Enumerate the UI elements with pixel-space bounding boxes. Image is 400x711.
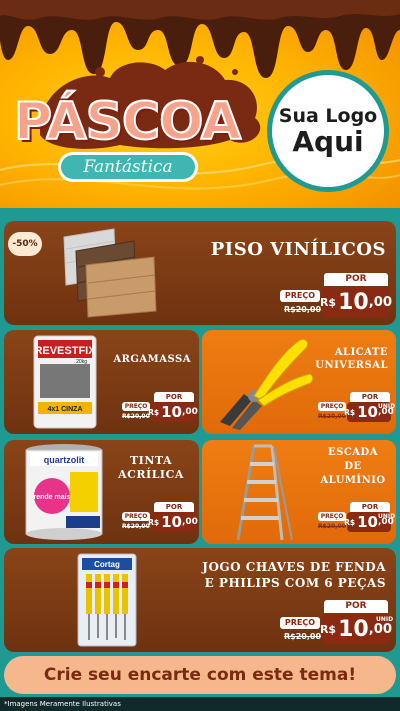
brand-text: REVESTFIX [34,345,96,357]
price-int: 10 [338,289,369,315]
product-title: ALICATE UNIVERSAL [315,347,388,371]
currency: R$ [148,517,160,527]
old-price: R$20,00 [318,523,346,530]
old-price: R$20,00 [122,413,150,420]
ladder-image [236,444,293,541]
logo-line2: Aqui [292,125,364,158]
price-int: 10 [161,513,182,531]
brand-sub: 4x1 CINZA [47,406,82,413]
logo-line1: Sua Logo [278,105,378,127]
discount-badge: -50% [8,232,42,256]
preco-label: PREÇO [280,617,320,629]
product-card-chaves[interactable]: Cortag JOGO CHAVES DE FENDA E PHILIPS CO… [4,548,396,652]
product-title: ARGAMASSA [113,354,191,365]
price-int: 10 [338,616,369,642]
brand-sub: rende mais [34,494,71,501]
por-label: POR [350,502,390,512]
product-card-escada[interactable]: ESCADA DE ALUMÍNIO POR PREÇO R$20,00 R$ 1… [202,440,396,544]
por-label: POR [154,392,194,402]
product-title: PISO VINÍLICOS [210,239,386,260]
por-label: POR [350,392,390,402]
currency: R$ [319,295,337,309]
product-title: ESCADA DE ALUMÍNIO [320,447,386,486]
mortar-bag-image: REVESTFIX 4x1 CINZA 20kg [33,335,97,429]
price-int: 10 [161,403,182,421]
weight-text: 20kg [76,359,87,365]
brand-text: Cortag [94,560,120,569]
new-price: R$ 10,00 [148,402,198,422]
product-title-line2: E PHILIPS COM 6 PEÇAS [204,576,386,590]
paint-can-image: quartzolit rende mais [25,444,103,540]
unit-label: UNID [376,616,394,623]
preco-label: PREÇO [122,402,150,411]
price-int: 10 [357,513,378,531]
product-card-argamassa[interactable]: REVESTFIX 4x1 CINZA 20kg ARGAMASSA POR P… [4,330,199,434]
screwdriver-set-image: Cortag [77,553,137,647]
old-price: R$20,00 [318,413,346,420]
por-label: POR [324,273,388,286]
price-dec: ,00 [368,621,393,637]
price-dec: ,00 [181,407,198,417]
currency: R$ [344,517,356,527]
por-label: POR [324,600,388,613]
old-price: R$20,00 [284,632,322,641]
logo-placeholder[interactable]: Sua Logo Aqui [267,70,389,192]
product-card-alicate[interactable]: ALICATE UNIVERSAL POR PREÇO R$20,00 R$ 10… [202,330,396,434]
price-int: 10 [357,403,378,421]
cta-banner[interactable]: Crie seu encarte com este tema! [4,656,396,694]
product-card-piso[interactable]: PISO VINÍLICOS POR PREÇO R$20,00 R$ 10,00 [4,221,396,325]
footnote: *Imagens Meramente Ilustrativas [0,697,400,711]
currency: R$ [319,622,337,636]
page-subtitle: Fantástica [58,152,198,182]
unit-label: UNID [378,513,396,520]
por-label: POR [154,502,194,512]
brand-text: quartzolit [44,455,85,465]
new-price: R$ 10,00 [319,287,393,317]
preco-label: PREÇO [318,402,346,411]
old-price: R$20,00 [122,523,150,530]
currency: R$ [344,407,356,417]
preco-label: PREÇO [318,512,346,521]
old-price: R$20,00 [284,305,322,314]
price-dec: ,00 [368,294,393,310]
price-dec: ,00 [181,517,198,527]
preco-label: PREÇO [280,290,320,302]
new-price: R$ 10,00 [148,512,198,532]
product-title: TINTA ACRÍLICA [118,454,184,481]
header-banner: PÁSCOA Fantástica Sua Logo Aqui [0,0,400,208]
product-card-tinta[interactable]: quartzolit rende mais TINTA ACRÍLICA POR… [4,440,199,544]
product-title-line1: JOGO CHAVES DE FENDA [202,560,386,574]
vinyl-floor-image [63,228,157,318]
currency: R$ [148,407,160,417]
unit-label: UNID [378,403,396,410]
preco-label: PREÇO [122,512,150,521]
page-title: PÁSCOA [13,91,242,153]
